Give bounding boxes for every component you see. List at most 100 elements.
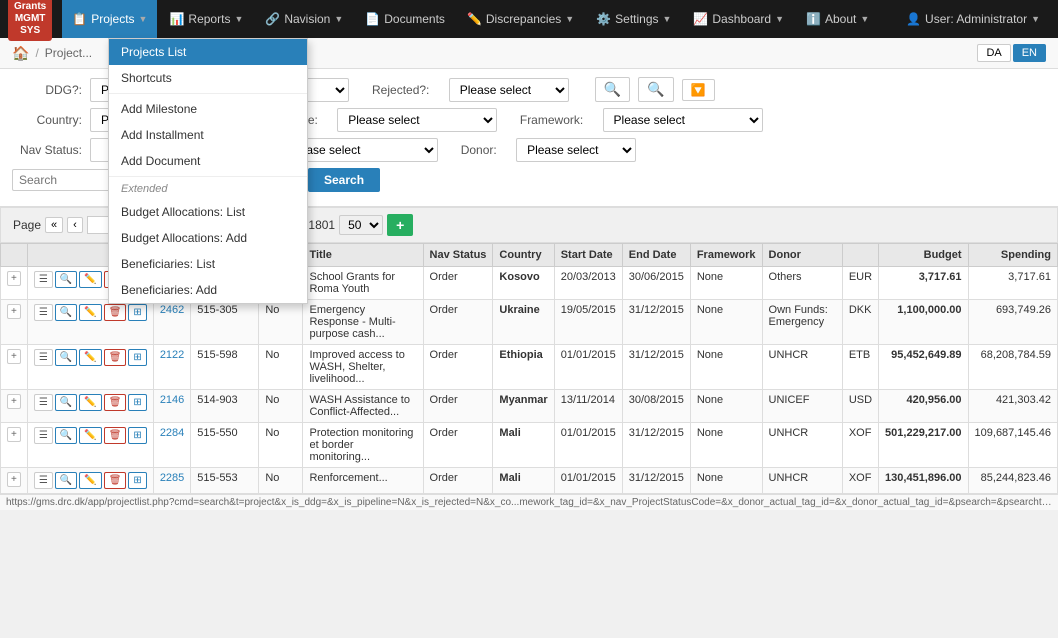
row-expand-0[interactable]: +	[1, 267, 28, 300]
first-page-btn[interactable]: «	[45, 217, 63, 233]
search-btn-4[interactable]: 🔍	[55, 427, 77, 444]
edit-btn-0[interactable]: ✏️	[79, 271, 101, 288]
id-link-5[interactable]: 2285	[160, 472, 184, 484]
home-icon[interactable]: 🏠	[12, 45, 29, 62]
dropdown-budget-alloc-list[interactable]: Budget Allocations: List	[109, 199, 307, 225]
brand-logo[interactable]: GrantsMGMTSYS	[8, 0, 52, 41]
edit-btn-1[interactable]: ✏️	[79, 304, 101, 321]
lang-en[interactable]: EN	[1013, 44, 1046, 62]
row-id-5: 2285	[153, 468, 190, 494]
id-link-3[interactable]: 2146	[160, 394, 184, 406]
search-btn-0[interactable]: 🔍	[55, 271, 77, 288]
row-id-3: 2146	[153, 390, 190, 423]
row-donor-3: UNICEF	[762, 390, 842, 423]
breadcrumb-sep: /	[35, 46, 38, 60]
row-spending-0: 3,717.61	[968, 267, 1057, 300]
projects-label: Projects	[91, 12, 134, 26]
brand-text: GrantsMGMTSYS	[8, 0, 52, 41]
list-btn-4[interactable]: ☰	[34, 427, 53, 444]
row-expand-5[interactable]: +	[1, 468, 28, 494]
expand-btn-2[interactable]: +	[7, 349, 21, 364]
nav-dashboard[interactable]: 📈 Dashboard ▼	[683, 0, 794, 38]
table-row: + ☰ 🔍 ✏️ 🗑 ⊞ 2462 515-305 No Emergency R…	[1, 300, 1058, 345]
prev-page-btn[interactable]: ‹	[67, 217, 83, 233]
row-expand-2[interactable]: +	[1, 345, 28, 390]
list-btn-3[interactable]: ☰	[34, 394, 53, 411]
per-page-select[interactable]: 50	[339, 215, 383, 235]
add-record-btn[interactable]: +	[387, 214, 413, 236]
nav-navision[interactable]: 🔗 Navision ▼	[255, 0, 353, 38]
delete-btn-3[interactable]: 🗑	[104, 394, 127, 411]
row-expand-1[interactable]: +	[1, 300, 28, 345]
list-btn-5[interactable]: ☰	[34, 472, 53, 489]
projects-dropdown: Projects List Shortcuts Add Milestone Ad…	[108, 38, 308, 304]
nav-user[interactable]: 👤 User: Administrator ▼	[896, 0, 1050, 38]
expand-btn-0[interactable]: +	[7, 271, 21, 286]
tree-btn-3[interactable]: ⊞	[128, 394, 146, 411]
projects-icon: 📋	[72, 12, 87, 26]
nav-settings[interactable]: ⚙️ Settings ▼	[586, 0, 681, 38]
id-link-2[interactable]: 2122	[160, 349, 184, 361]
list-btn-1[interactable]: ☰	[34, 304, 53, 321]
search-btn-1[interactable]: 🔍	[55, 304, 77, 321]
row-title-3: WASH Assistance to Conflict-Affected...	[303, 390, 423, 423]
expand-btn-4[interactable]: +	[7, 427, 21, 442]
row-nav-status-1: Order	[423, 300, 493, 345]
rejected-select[interactable]: Please select	[449, 78, 569, 102]
nav-reports[interactable]: 📊 Reports ▼	[159, 0, 253, 38]
row-nav-status-5: Order	[423, 468, 493, 494]
language-buttons: DA EN	[977, 44, 1046, 62]
country-label: Country:	[12, 113, 82, 127]
tree-btn-2[interactable]: ⊞	[128, 349, 146, 366]
dropdown-beneficiaries-add[interactable]: Beneficiaries: Add	[109, 277, 307, 303]
regional-office-select[interactable]: Please select	[337, 108, 497, 132]
dropdown-budget-alloc-add[interactable]: Budget Allocations: Add	[109, 225, 307, 251]
search-btn-5[interactable]: 🔍	[55, 472, 77, 489]
zoom-in-btn[interactable]: 🔍	[595, 77, 630, 102]
expand-btn-5[interactable]: +	[7, 472, 21, 487]
id-link-4[interactable]: 2284	[160, 427, 184, 439]
dropdown-projects-list[interactable]: Projects List	[109, 39, 307, 65]
expand-btn-1[interactable]: +	[7, 304, 21, 319]
row-expand-4[interactable]: +	[1, 423, 28, 468]
edit-btn-4[interactable]: ✏️	[79, 427, 101, 444]
row-currency-0: EUR	[842, 267, 878, 300]
tree-btn-4[interactable]: ⊞	[128, 427, 146, 444]
dropdown-shortcuts[interactable]: Shortcuts	[109, 65, 307, 91]
expand-btn-3[interactable]: +	[7, 394, 21, 409]
search-btn-2[interactable]: 🔍	[55, 349, 77, 366]
th-expand	[1, 244, 28, 267]
framework-select[interactable]: Please select	[603, 108, 763, 132]
dashboard-icon: 📈	[693, 12, 708, 26]
edit-btn-5[interactable]: ✏️	[79, 472, 101, 489]
nav-documents[interactable]: 📄 Documents	[355, 0, 455, 38]
row-expand-3[interactable]: +	[1, 390, 28, 423]
donor-select[interactable]: Please select	[516, 138, 636, 162]
zoom-out-btn[interactable]: 🔍	[638, 77, 673, 102]
delete-btn-1[interactable]: 🗑	[104, 304, 127, 321]
nav-about[interactable]: ℹ️ About ▼	[796, 0, 879, 38]
tree-btn-1[interactable]: ⊞	[128, 304, 146, 321]
row-framework-5: None	[690, 468, 762, 494]
nav-projects[interactable]: 📋 Projects ▼	[62, 0, 157, 38]
dropdown-add-milestone[interactable]: Add Milestone	[109, 96, 307, 122]
list-btn-2[interactable]: ☰	[34, 349, 53, 366]
delete-btn-4[interactable]: 🗑	[104, 427, 127, 444]
search-btn-3[interactable]: 🔍	[55, 394, 77, 411]
list-btn-0[interactable]: ☰	[34, 271, 53, 288]
dropdown-beneficiaries-list[interactable]: Beneficiaries: List	[109, 251, 307, 277]
filter-btn[interactable]: 🔽	[682, 79, 715, 101]
lang-da[interactable]: DA	[977, 44, 1010, 62]
nav-discrepancies[interactable]: ✏️ Discrepancies ▼	[457, 0, 584, 38]
search-button[interactable]: Search	[308, 168, 380, 192]
table-row: + ☰ 🔍 ✏️ 🗑 ⊞ 2285 515-553 No Renforcemen…	[1, 468, 1058, 494]
dropdown-add-installment[interactable]: Add Installment	[109, 122, 307, 148]
tree-btn-5[interactable]: ⊞	[128, 472, 146, 489]
edit-btn-3[interactable]: ✏️	[79, 394, 101, 411]
edit-btn-2[interactable]: ✏️	[79, 349, 101, 366]
id-link-1[interactable]: 2462	[160, 304, 184, 316]
row-budget-1: 1,100,000.00	[879, 300, 968, 345]
dropdown-add-document[interactable]: Add Document	[109, 148, 307, 174]
delete-btn-2[interactable]: 🗑	[104, 349, 127, 366]
delete-btn-5[interactable]: 🗑	[104, 472, 127, 489]
